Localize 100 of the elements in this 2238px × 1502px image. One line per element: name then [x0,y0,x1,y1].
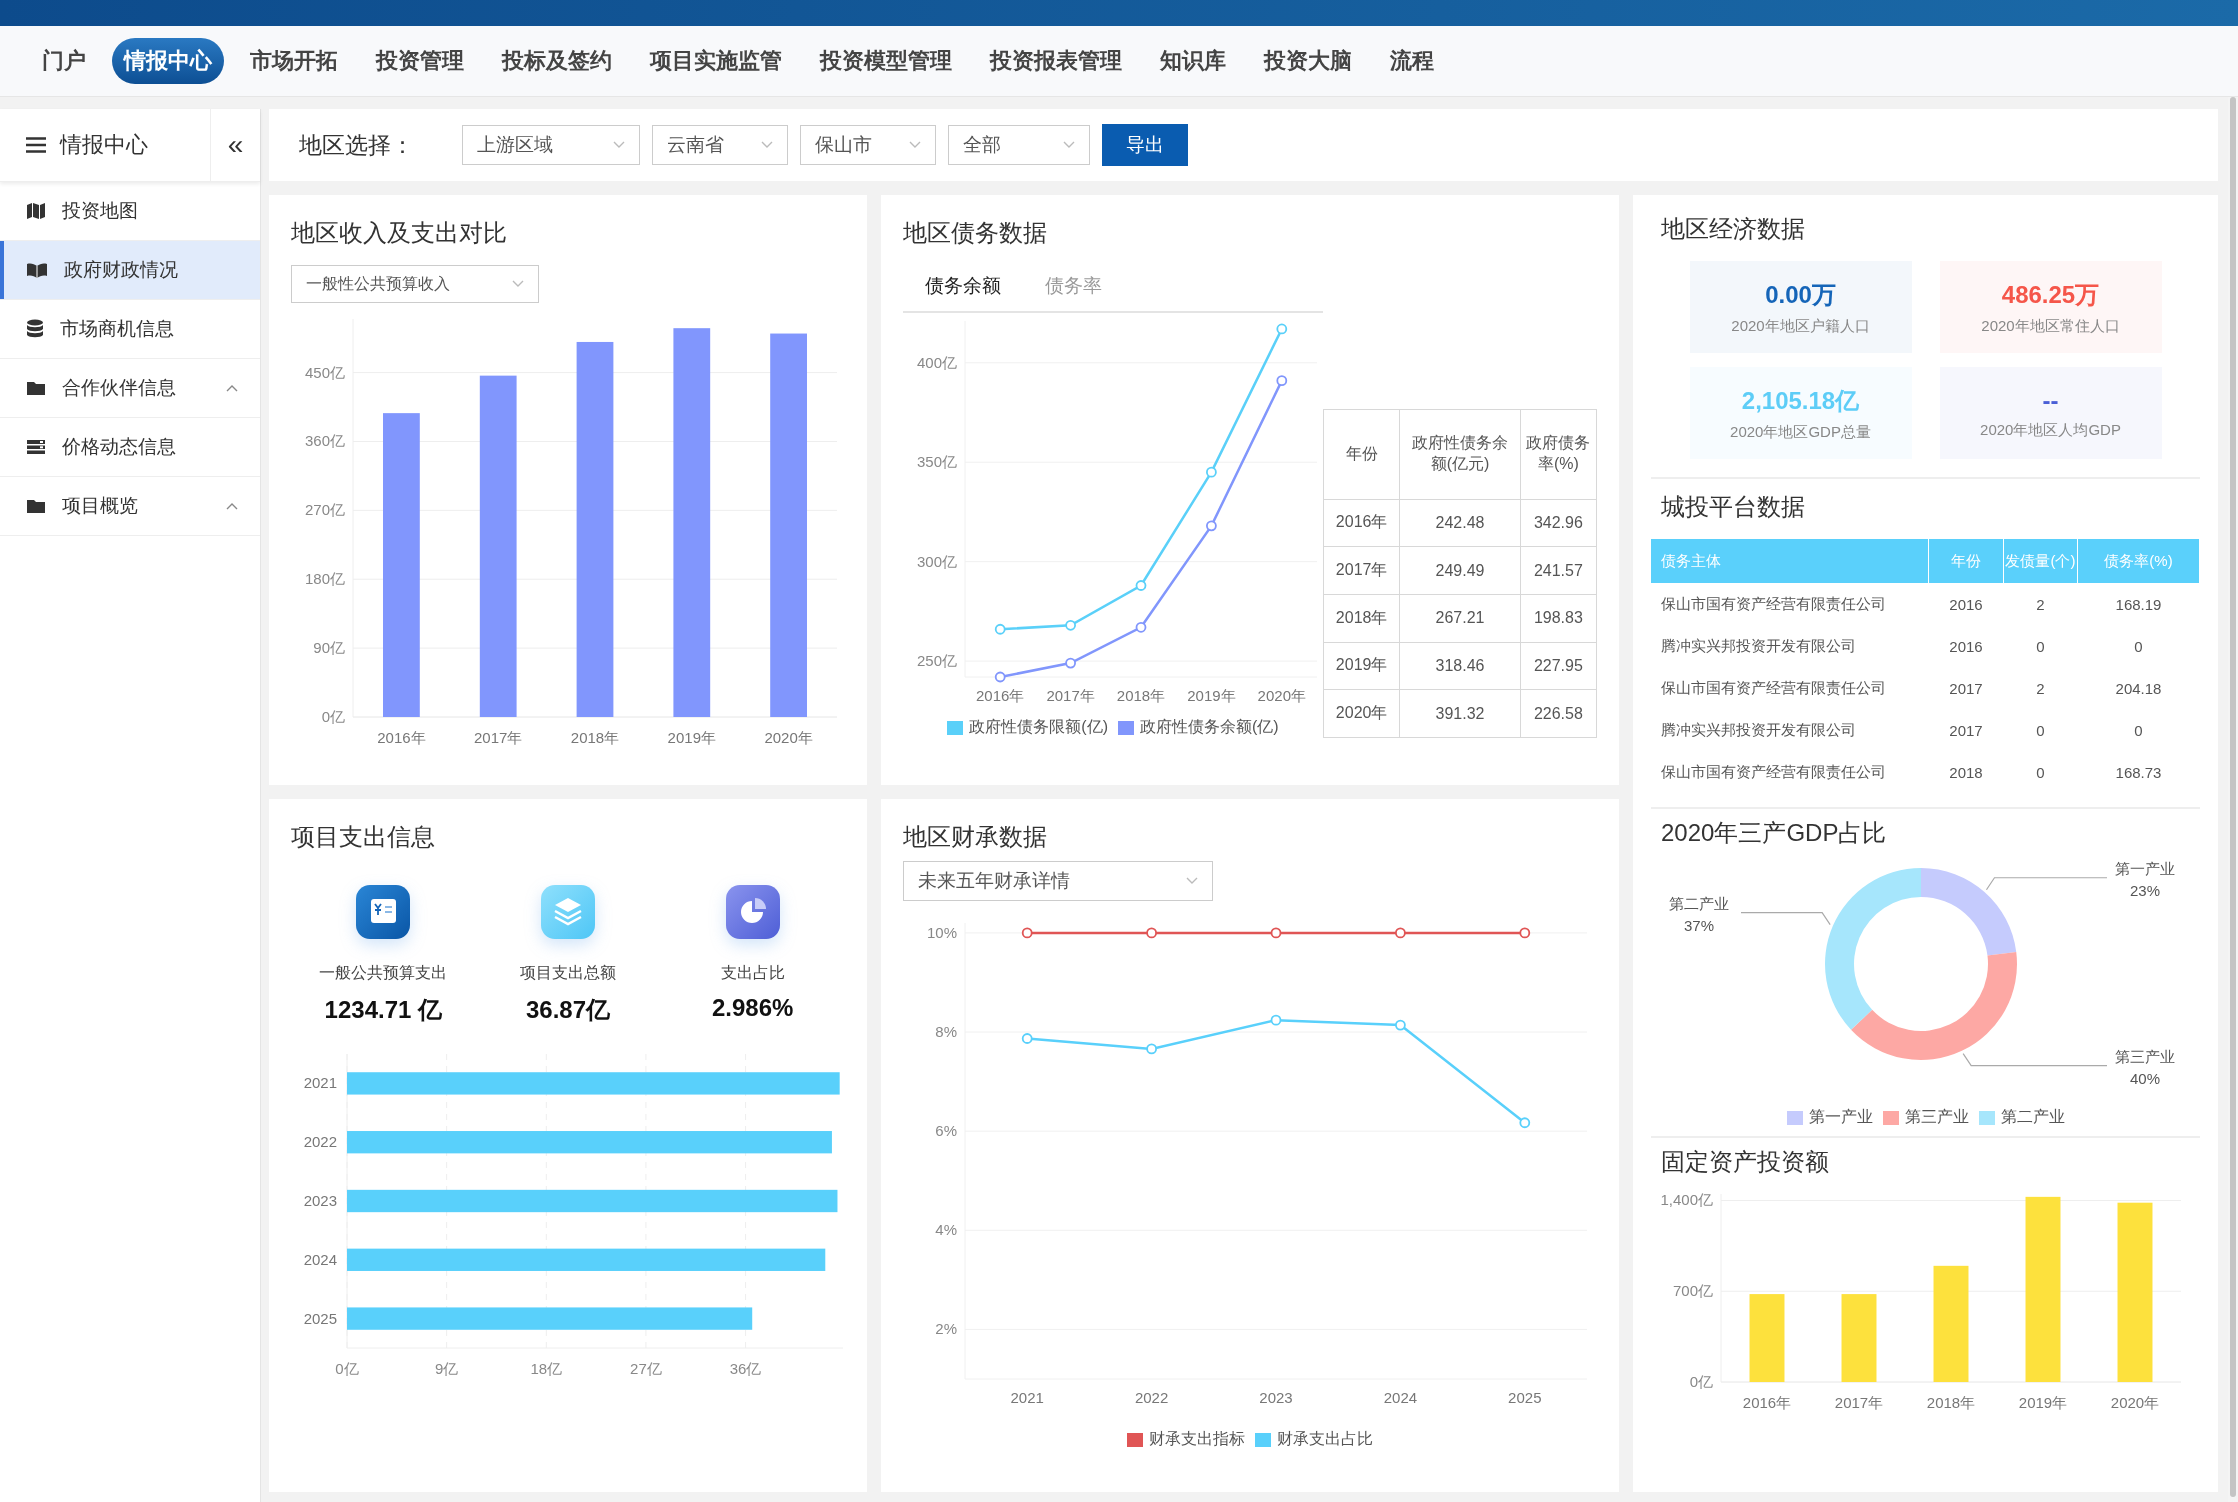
nav-tab[interactable]: 项目实施监管 [638,38,794,84]
point [1021,1033,1033,1044]
export-button[interactable]: 导出 [1102,124,1188,166]
stat-value: 36.87亿 [525,995,610,1025]
axis-label: 2021 [303,1074,337,1092]
sidebar-item[interactable]: 项目概览 [0,477,260,536]
chevron-down-icon [1186,877,1198,885]
slice-label: 第三产业 [2115,1047,2175,1065]
stat-label: 一般公共预算支出 [319,963,448,983]
column-header: 债务主体 [1651,539,1929,583]
axis-label: 2019年 [1187,687,1236,704]
invoice-icon [356,885,411,939]
axis-label: 2024 [303,1250,337,1268]
nav-tab[interactable]: 投标及签约 [490,38,624,84]
sidebar-item[interactable]: 市场商机信息 [0,300,260,359]
select-field[interactable]: 上游区域 [462,125,640,165]
tab[interactable]: 债务余额 [903,265,1023,311]
axis-label: 10% [926,923,957,941]
legend-label: 政府性债务余额(亿) [1140,717,1279,737]
table-cell-text: 2017 [1948,678,1984,699]
select-field[interactable]: 未来五年财承详情 [903,861,1213,901]
column-header: 债务率(%) [2077,539,2200,583]
stat-value: 0.00万 [1765,279,1836,310]
sidebar-item[interactable]: 政府财政情况 [0,241,260,300]
point [1206,466,1217,478]
nav-tab[interactable]: 投资大脑 [1252,38,1364,84]
select-field[interactable]: 云南省 [652,125,788,165]
point [994,671,1006,683]
point [1146,927,1157,939]
legend-label: 财承支出指标 [1149,1429,1245,1449]
table-cell-text: 腾冲实兴邦投资开发有限公司 [1660,635,1857,656]
slice-label: 第一产业 [2115,859,2175,877]
table-cell: 2018年 [1323,594,1400,643]
collapse-button[interactable]: « [210,109,260,181]
select-field[interactable]: 保山市 [800,125,936,165]
table-cell-text: 腾冲实兴邦投资开发有限公司 [1660,719,1857,740]
folder-icon [26,498,46,514]
column-header: 政府性债务余额(亿元) [1399,409,1521,500]
axis-label: 2020年 [2110,1394,2160,1411]
axis-label: 2025 [303,1309,337,1327]
nav-tab[interactable]: 投资管理 [364,38,476,84]
axis-label: 2017年 [1834,1394,1884,1411]
column-header: 年份 [1323,409,1400,500]
table-cell: 168.19 [2077,583,2200,625]
column-header: 年份 [1928,539,2004,583]
stat-value: 486.25万 [2001,279,2100,310]
axis-label: 27亿 [630,1360,662,1377]
table-cell: 318.46 [1399,642,1521,690]
axis-label: 250亿 [916,652,957,670]
point [1270,927,1282,939]
nav-tab[interactable]: 投资报表管理 [978,38,1134,84]
stat-value: 2,105.18亿 [1741,385,1860,416]
stat-value: 1234.71 亿 [324,995,443,1025]
axis-label: 450亿 [304,363,345,381]
layers-icon [541,885,595,939]
table-cell: 198.83 [1520,594,1597,643]
list-icon [26,439,46,455]
menu-icon[interactable] [26,137,46,153]
axis-label: 9亿 [434,1360,459,1377]
pie-chart-icon [725,885,780,939]
stat-label: 项目支出总额 [520,963,616,983]
axis-label: 400亿 [916,353,957,371]
nav-tab[interactable]: 门户 [30,38,98,84]
nav-tab[interactable]: 投资模型管理 [808,38,964,84]
table-cell-text: 168.73 [2114,762,2163,783]
sidebar-item[interactable]: 价格动态信息 [0,418,260,477]
axis-label: 300亿 [916,552,957,570]
stat-value: 2.986% [711,994,794,1022]
axis-label: 700亿 [1672,1282,1713,1300]
axis-label: 2016年 [1742,1394,1792,1411]
table-cell-text: 0 [2035,762,2046,783]
nav-tab[interactable]: 知识库 [1148,38,1238,84]
database-icon [26,319,44,339]
table-cell-text: 2018 [1948,762,1984,783]
select-field[interactable]: 一般性公共预算收入 [291,265,539,303]
point [1065,619,1076,631]
chevron-up-icon [226,502,238,510]
chevron-down-icon [512,280,524,288]
axis-label: 360亿 [304,432,345,450]
axis-label: 270亿 [304,501,345,519]
stat-label: 2020年地区户籍人口 [1731,316,1870,336]
sidebar-item[interactable]: 合作伙伴信息 [0,359,260,418]
stat-label: 2020年地区常住人口 [1981,316,2120,336]
stat-label: 2020年地区GDP总量 [1730,422,1871,442]
card-title: 固定资产投资额 [1661,1147,1830,1177]
stat-label: 2020年地区人均GDP [1980,420,2121,440]
card-title: 地区收入及支出对比 [291,218,508,248]
nav-tab[interactable]: 流程 [1378,38,1446,84]
axis-label: 2019年 [667,729,716,746]
nav-tab[interactable]: 市场开拓 [238,38,350,84]
slice-value: 40% [2130,1069,2160,1087]
point [1276,375,1288,387]
table-cell-text: 2017 [1948,720,1984,741]
table-cell: 342.96 [1520,499,1597,547]
table-cell: 227.95 [1520,642,1597,690]
nav-tab[interactable]: 情报中心 [112,38,224,84]
column-header: 发债量(个) [2003,539,2078,583]
axis-label: 180亿 [304,570,345,588]
select-field[interactable]: 全部 [948,125,1090,165]
slice-value: 37% [1684,916,1714,934]
